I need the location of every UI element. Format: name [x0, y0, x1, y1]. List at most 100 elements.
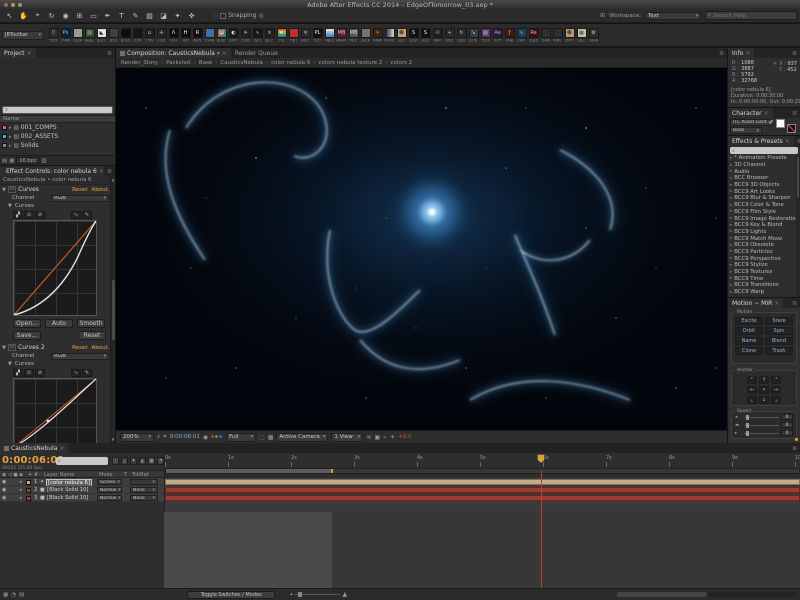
script-button[interactable]: ☀ CURV: [240, 28, 251, 43]
pixel-aspect-icon[interactable]: ≋: [366, 434, 371, 441]
close-icon[interactable]: ×: [764, 110, 769, 117]
effects-category-row[interactable]: ▸ BCC9 Textures: [728, 269, 800, 276]
panel-menu-icon[interactable]: ≣: [789, 48, 800, 58]
effects-category-row[interactable]: ▸ BCC9 Film Style: [728, 209, 800, 216]
script-button[interactable]: ◣ BGCL: [96, 28, 107, 43]
twirl-icon[interactable]: ▸: [730, 270, 732, 275]
tool-button[interactable]: ↻: [45, 10, 58, 22]
panel-menu-icon[interactable]: ≣: [794, 136, 800, 146]
breadcrumb[interactable]: Base: [199, 60, 212, 66]
project-item-row[interactable]: ▸ ▨ Solids: [0, 141, 115, 150]
effects-category-row[interactable]: ▸ BCC9 Stylize: [728, 262, 800, 269]
layer-duration-bar[interactable]: [165, 487, 800, 493]
layer-row[interactable]: ◉ ▸ 1 ✦ [color nebula 6] Screen▾ ▾: [0, 478, 164, 486]
script-button[interactable]: H HPS: [180, 28, 191, 43]
breadcrumb[interactable]: Render_Story: [121, 60, 158, 66]
effects-category-row[interactable]: ▸ BCC Browser: [728, 175, 800, 182]
twirl-icon[interactable]: ▸: [730, 243, 732, 248]
playhead-line[interactable]: [541, 471, 542, 588]
exposure-value[interactable]: +0.0: [398, 434, 411, 440]
effects-search-input[interactable]: ⌕: [730, 147, 798, 154]
effects-category-row[interactable]: ▸ BCC9 Key & Blend: [728, 222, 800, 229]
timeline-column-headers[interactable]: ◉ ◁ ● ▪ ✦ # Layer Name Mode T TrkMat: [0, 470, 164, 478]
script-button[interactable]: ☀ RAMP: [372, 28, 383, 43]
script-button[interactable]: MINV: [552, 28, 563, 43]
layer-name[interactable]: [Black Solid 10]: [46, 495, 89, 501]
curves-subrow-2[interactable]: ▼ Curves: [0, 360, 115, 368]
speed-value-box[interactable]: 0: [781, 414, 793, 420]
reset-link[interactable]: Reset: [72, 187, 87, 193]
script-button[interactable]: Re XGEN: [528, 28, 539, 43]
region-of-interest-icon[interactable]: ⬚: [259, 434, 265, 441]
timeline-option-icon[interactable]: ◭: [139, 457, 146, 465]
anchor-position-button[interactable]: ↓: [759, 396, 769, 404]
twirl-icon[interactable]: ▸: [730, 249, 732, 254]
breadcrumb[interactable]: colors 2: [391, 60, 413, 66]
tool-button[interactable]: T: [115, 10, 128, 22]
blend-mode-dropdown[interactable]: Screen▾: [97, 479, 122, 485]
script-button[interactable]: ✛ FLIN: [156, 28, 167, 43]
curves-subrow[interactable]: ▼ Curves: [0, 202, 115, 210]
motion-action-button[interactable]: Trash: [765, 347, 793, 355]
curve-action-button[interactable]: Smooth: [77, 319, 105, 328]
anchor-position-button[interactable]: ⌝: [771, 376, 781, 384]
project-item-row[interactable]: ▸ ▨ 001_COMPS: [0, 123, 115, 132]
label-color-chip[interactable]: [26, 488, 31, 493]
breadcrumb[interactable]: colors nebula texture 2: [319, 60, 383, 66]
speed-slider[interactable]: [744, 433, 779, 434]
tool-button[interactable]: ▭: [87, 10, 100, 22]
fx-badge-icon[interactable]: fx: [8, 186, 16, 193]
effects-category-row[interactable]: ▸ BCC9 Image Restoration: [728, 215, 800, 222]
twirl-icon[interactable]: ▸: [730, 223, 732, 228]
script-button[interactable]: ƒ FANL: [504, 28, 515, 43]
tool-button[interactable]: ↖: [3, 10, 16, 22]
panel-menu-icon[interactable]: ≣: [104, 166, 115, 176]
panel-menu-icon[interactable]: ≣: [104, 48, 115, 58]
snap-icon-2[interactable]: ◍: [258, 12, 263, 19]
anchor-position-button[interactable]: ←: [747, 386, 757, 394]
script-button[interactable]: TINT: [288, 28, 299, 43]
resolution-dropdown[interactable]: Full▾: [226, 433, 256, 442]
script-button[interactable]: ≑ RBCC: [300, 28, 311, 43]
tab-timeline-causticsnebula[interactable]: CausticsNebula ×: [0, 443, 68, 453]
tool-button[interactable]: ✒: [101, 10, 114, 22]
twirl-icon[interactable]: ▸: [9, 143, 12, 149]
twirl-icon[interactable]: ▸: [730, 283, 732, 288]
project-item-row[interactable]: ▸ ▨ 002_ASSETS: [0, 132, 115, 141]
curve-tool-button[interactable]: ∿: [71, 369, 81, 377]
script-button[interactable]: S SQLR: [408, 28, 419, 43]
speed-value-box[interactable]: 0: [781, 422, 793, 428]
breadcrumb[interactable]: CausticsNebula: [220, 60, 263, 66]
twirl-icon[interactable]: ▸: [730, 229, 732, 234]
twirl-icon[interactable]: ▸: [730, 209, 732, 214]
close-icon[interactable]: ×: [774, 300, 779, 307]
close-icon[interactable]: ×: [745, 50, 750, 57]
close-icon[interactable]: ×: [27, 50, 32, 57]
script-button[interactable]: ∿ LVLS: [252, 28, 263, 43]
view-layout-dropdown[interactable]: 1 View▾: [331, 433, 363, 442]
script-button[interactable]: MB MBAM: [336, 28, 347, 43]
script-button[interactable]: ↻ GLEN: [456, 28, 467, 43]
script-button[interactable]: BLVL: [108, 28, 119, 43]
effects-category-row[interactable]: ▸ BCC9 Particles: [728, 249, 800, 256]
script-button[interactable]: ◐ EXPO: [228, 28, 239, 43]
script-button[interactable]: Λ FLIH: [168, 28, 179, 43]
project-search-input[interactable]: ⌕: [2, 106, 113, 114]
camera-dropdown[interactable]: Active Camera▾: [276, 433, 328, 442]
snapping-checkbox[interactable]: [220, 13, 226, 19]
motion-action-button[interactable]: Name: [735, 337, 763, 345]
effects-category-row[interactable]: ▸ BCC9 Time: [728, 275, 800, 282]
script-button[interactable]: TOWN: [204, 28, 215, 43]
tab-project[interactable]: Project×: [0, 48, 36, 58]
effects-category-row[interactable]: ▸ BCC9 Lights: [728, 229, 800, 236]
effects-category-row[interactable]: ▸ BCC9 Obsolete: [728, 242, 800, 249]
tool-button[interactable]: ⊞: [73, 10, 86, 22]
tool-button[interactable]: ✜: [185, 10, 198, 22]
anchor-position-button[interactable]: ⌞: [747, 396, 757, 404]
script-button[interactable]: × SELC: [264, 28, 275, 43]
script-button[interactable]: R WSTL: [192, 28, 203, 43]
script-button[interactable]: Ps OVRR: [60, 28, 71, 43]
effects-category-row[interactable]: ▸ BCC9 Color & Tone: [728, 202, 800, 209]
tool-button[interactable]: ✋: [17, 10, 30, 22]
twirl-icon[interactable]: ▸: [730, 176, 732, 181]
